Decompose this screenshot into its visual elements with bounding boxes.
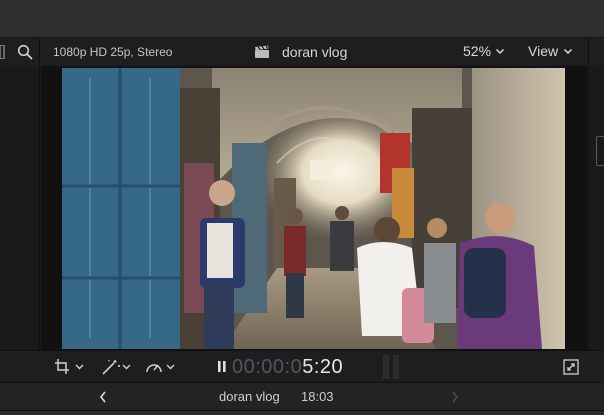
view-menu[interactable]: View [528, 43, 558, 59]
video-frame [62, 68, 565, 349]
timecode-leading: 00:00:0 [232, 356, 303, 378]
browser-panel-edge [0, 38, 40, 66]
inspector-tab[interactable] [596, 136, 604, 166]
viewer-header: 1080p HD 25p, Stereo doran vlog 52% View [0, 38, 604, 66]
zoom-level-menu[interactable]: 52% [463, 43, 491, 59]
clapper-icon [255, 45, 269, 58]
timeline-header: doran vlog 18:03 [0, 382, 604, 410]
speed-gauge-icon[interactable] [145, 359, 177, 375]
pause-icon[interactable] [217, 360, 227, 373]
audio-meter-icon [383, 355, 399, 379]
inspector-panel [588, 66, 604, 350]
toolbar-strip [0, 0, 604, 38]
timecode-display: 00:00:05:20 [232, 356, 343, 379]
chevron-down-icon[interactable] [563, 48, 573, 55]
fullscreen-icon[interactable] [563, 359, 579, 375]
magic-wand-icon[interactable] [101, 359, 133, 375]
timeline-area-edge [0, 410, 604, 415]
timeline-project-name: doran vlog [219, 389, 280, 404]
timecode-current: 5:20 [302, 356, 344, 378]
search-icon[interactable] [17, 44, 33, 60]
crop-icon[interactable] [54, 359, 86, 375]
panel-edge-icon [0, 45, 5, 59]
viewer-controls-bar: 00:00:05:20 [0, 350, 604, 382]
chevron-right-icon[interactable] [451, 391, 459, 403]
chevron-left-icon[interactable] [99, 391, 107, 403]
project-title: doran vlog [282, 44, 348, 60]
inspector-panel-edge [588, 38, 604, 66]
format-info: 1080p HD 25p, Stereo [53, 45, 173, 59]
browser-panel [0, 66, 40, 350]
timeline-duration: 18:03 [301, 389, 334, 404]
chevron-down-icon[interactable] [495, 48, 505, 55]
